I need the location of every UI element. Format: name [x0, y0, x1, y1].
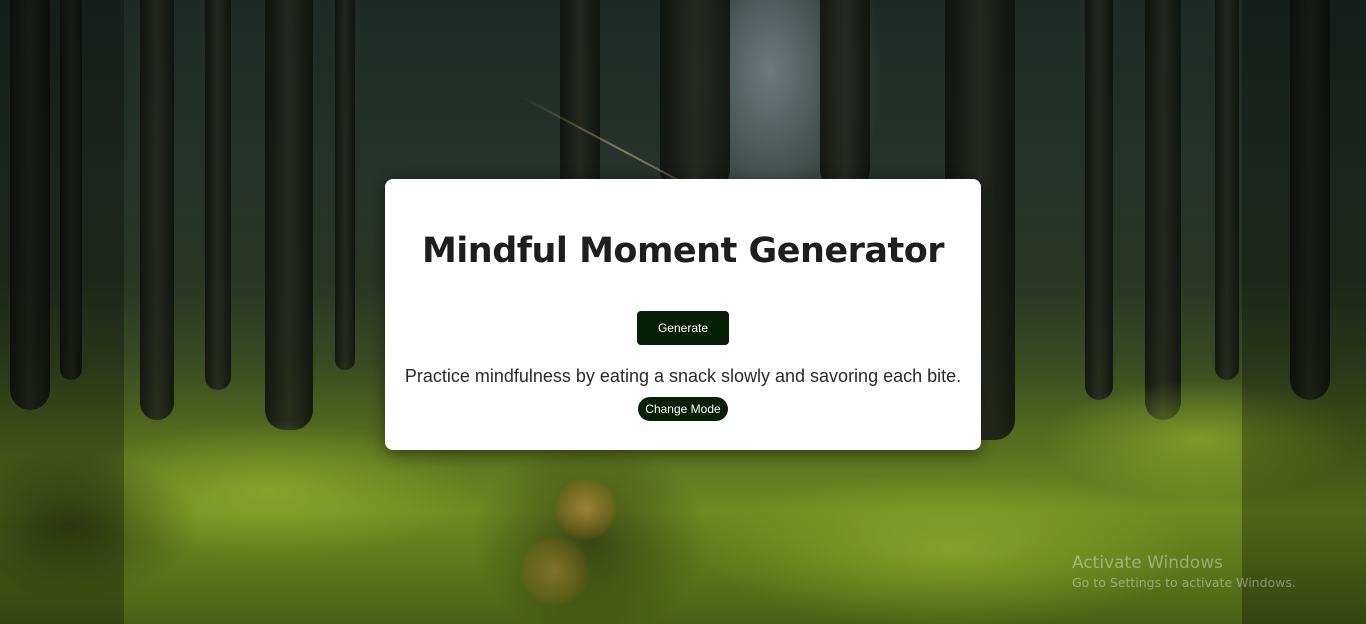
- left-dim-panel: [0, 0, 124, 624]
- tree-trunk: [335, 0, 355, 370]
- tree-trunk: [820, 0, 870, 190]
- lens-flare: [555, 478, 617, 540]
- tree-trunk: [560, 0, 600, 200]
- tree-trunk: [265, 0, 313, 430]
- lens-flare: [520, 536, 590, 606]
- tree-trunk: [205, 0, 231, 390]
- generator-card: Mindful Moment Generator Generate Practi…: [385, 179, 981, 450]
- tree-trunk: [1145, 0, 1181, 420]
- tree-trunk: [1085, 0, 1113, 400]
- page-title: Mindful Moment Generator: [421, 231, 945, 271]
- watermark-title: Activate Windows: [1072, 553, 1223, 573]
- tree-trunk: [660, 0, 730, 190]
- activate-windows-watermark: Activate Windows Go to Settings to activ…: [1072, 552, 1296, 592]
- tree-trunk: [1215, 0, 1239, 380]
- mindful-tip-text: Practice mindfulness by eating a snack s…: [404, 366, 962, 386]
- change-mode-button[interactable]: Change Mode: [638, 397, 728, 421]
- right-dim-panel: [1242, 0, 1366, 624]
- watermark-subtitle: Go to Settings to activate Windows.: [1072, 575, 1296, 590]
- tree-trunk: [140, 0, 174, 420]
- generate-button[interactable]: Generate: [637, 311, 729, 345]
